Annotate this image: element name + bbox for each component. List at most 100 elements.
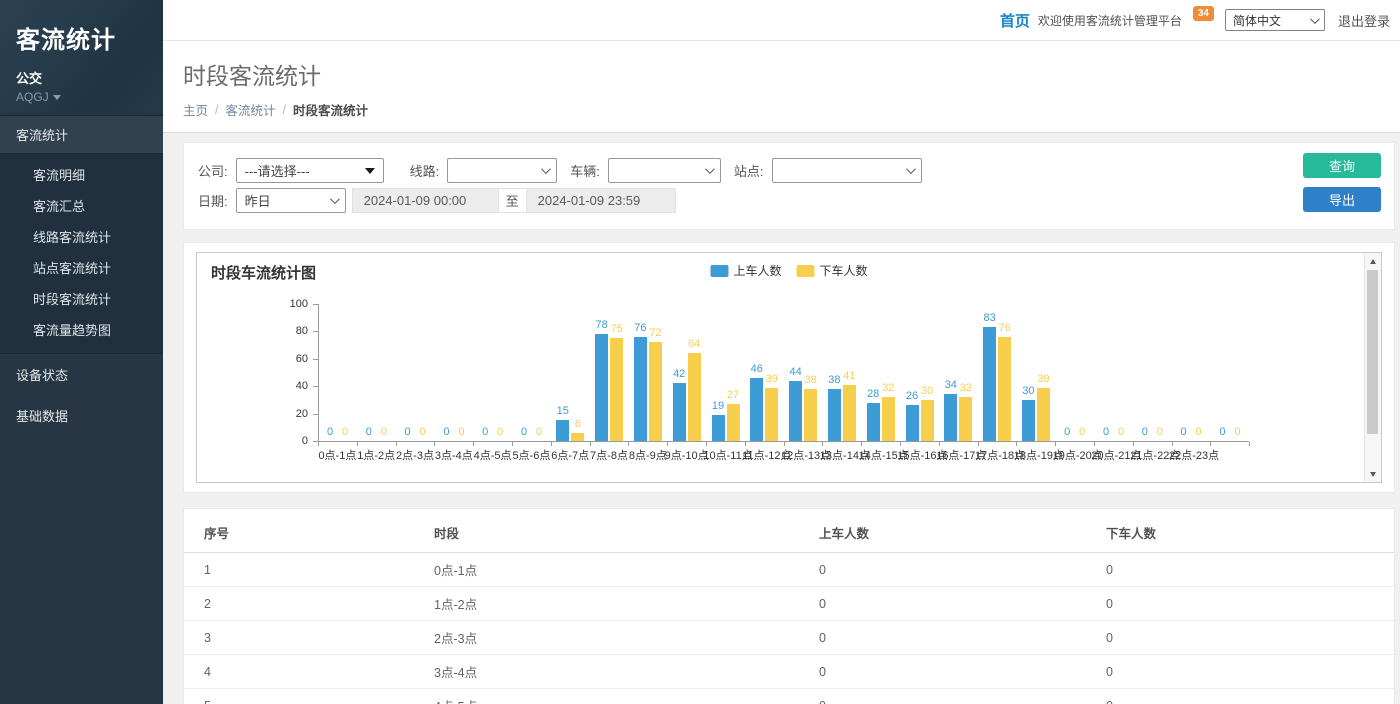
table-header-row: 序号 时段 上车人数 下车人数 <box>184 513 1394 553</box>
x-axis-label: 2点-3点 <box>393 447 437 463</box>
x-axis-tick <box>1249 442 1250 446</box>
sidebar-item-line-stats[interactable]: 线路客流统计 <box>0 221 163 252</box>
legend-item-alighting[interactable]: 下车人数 <box>797 262 868 279</box>
y-axis-label: 20 <box>278 408 308 420</box>
vehicle-label: 车辆: <box>570 161 600 180</box>
language-select-value: 简体中文 <box>1233 12 1281 29</box>
sidebar-item-trend-chart[interactable]: 客流量趋势图 <box>0 314 163 345</box>
breadcrumb-passenger-stats[interactable]: 客流统计 <box>226 100 276 119</box>
x-axis-label: 4点-5点 <box>471 447 515 463</box>
x-axis-tick <box>900 442 901 446</box>
bar-value-alighting: 64 <box>680 338 708 350</box>
home-link[interactable]: 首页 <box>1000 10 1030 31</box>
period-stats-table: 序号 时段 上车人数 下车人数 10点-1点0021点-2点0032点-3点00… <box>184 513 1394 704</box>
x-axis-label: 18点-19点 <box>1014 447 1058 463</box>
bar-value-boarding: 42 <box>665 368 693 380</box>
legend-swatch-boarding <box>710 265 728 277</box>
date-from-input[interactable]: 2024-01-09 00:00 <box>352 188 499 213</box>
search-button[interactable]: 查询 <box>1303 153 1381 178</box>
sidebar-item-passenger-stats[interactable]: 客流统计 <box>0 115 163 154</box>
y-axis-tick <box>313 359 318 360</box>
x-axis-tick <box>745 442 746 446</box>
chevron-down-icon <box>330 194 340 204</box>
bar-value-alighting: 41 <box>835 370 863 382</box>
x-axis-tick <box>512 442 513 446</box>
sidebar-item-period-stats[interactable]: 时段客流统计 <box>0 283 163 314</box>
sidebar: 客流统计 公交 AQGJ 客流统计 客流明细 客流汇总 线路客流统计 站点客流统… <box>0 0 163 704</box>
sidebar-item-base-data[interactable]: 基础数据 <box>0 395 163 436</box>
vehicle-select[interactable] <box>608 158 721 183</box>
breadcrumb-current: 时段客流统计 <box>293 100 368 119</box>
bar-boarding <box>789 381 802 441</box>
legend-item-boarding[interactable]: 上车人数 <box>710 262 781 279</box>
cell-index: 2 <box>184 587 414 621</box>
sidebar-item-device-status[interactable]: 设备状态 <box>0 354 163 395</box>
filter-row-1: 公司: ---请选择--- 线路: 车辆: 站点: <box>198 158 1380 183</box>
org-code-dropdown[interactable]: AQGJ <box>16 90 147 104</box>
station-select[interactable] <box>772 158 922 183</box>
welcome-text: 欢迎使用客流统计管理平台 <box>1038 12 1182 29</box>
x-axis-tick <box>861 442 862 446</box>
scrollbar-thumb[interactable] <box>1367 270 1378 434</box>
bar-boarding <box>750 378 763 441</box>
cell-index: 3 <box>184 621 414 655</box>
page-head: 时段客流统计 主页 / 客流统计 / 时段客流统计 <box>163 41 1400 133</box>
breadcrumb-home[interactable]: 主页 <box>183 100 208 119</box>
date-to-input[interactable]: 2024-01-09 23:59 <box>526 188 676 213</box>
scrollbar-up-arrow[interactable] <box>1365 253 1381 269</box>
x-axis-label: 3点-4点 <box>432 447 476 463</box>
cell-alighting: 0 <box>1086 553 1394 587</box>
export-button[interactable]: 导出 <box>1303 187 1381 212</box>
col-header-period: 时段 <box>414 513 799 553</box>
bar-boarding <box>828 389 841 441</box>
bar-boarding <box>673 383 686 441</box>
bar-alighting <box>571 433 584 441</box>
cell-alighting: 0 <box>1086 689 1394 704</box>
cell-boarding: 0 <box>799 621 1086 655</box>
line-select[interactable] <box>447 158 557 183</box>
line-label: 线路: <box>410 161 440 180</box>
bar-alighting <box>649 342 662 441</box>
sidebar-submenu: 客流明细 客流汇总 线路客流统计 站点客流统计 时段客流统计 客流量趋势图 <box>0 154 163 354</box>
col-header-boarding: 上车人数 <box>799 513 1086 553</box>
sidebar-item-station-stats[interactable]: 站点客流统计 <box>0 252 163 283</box>
scrollbar-down-arrow[interactable] <box>1365 466 1381 482</box>
main-area: 首页 欢迎使用客流统计管理平台 34 简体中文 退出登录 时段客流统计 主页 /… <box>163 0 1400 704</box>
x-axis-label: 5点-6点 <box>509 447 553 463</box>
bar-value-boarding: 15 <box>549 405 577 417</box>
chevron-down-icon <box>541 164 551 174</box>
bar-value-alighting: 76 <box>991 322 1019 334</box>
x-axis-tick <box>434 442 435 446</box>
x-axis-tick <box>628 442 629 446</box>
table-row: 43点-4点00 <box>184 655 1394 689</box>
x-axis-tick <box>473 442 474 446</box>
legend-swatch-alighting <box>797 265 815 277</box>
x-axis-tick <box>822 442 823 446</box>
chart-scrollbar[interactable] <box>1364 253 1381 482</box>
x-axis-tick <box>590 442 591 446</box>
x-axis-tick <box>1055 442 1056 446</box>
x-axis-label: 21点-22点 <box>1130 447 1174 463</box>
table-row: 32点-3点00 <box>184 621 1394 655</box>
sidebar-item-passenger-detail[interactable]: 客流明细 <box>0 159 163 190</box>
content: 公司: ---请选择--- 线路: 车辆: 站点: <box>163 133 1400 704</box>
company-select[interactable]: ---请选择--- <box>236 158 384 183</box>
x-axis-tick <box>978 442 979 446</box>
x-axis-tick <box>706 442 707 446</box>
sidebar-item-passenger-summary[interactable]: 客流汇总 <box>0 190 163 221</box>
x-axis-label: 13点-14点 <box>820 447 864 463</box>
x-axis-label: 16点-17点 <box>936 447 980 463</box>
triangle-down-icon <box>1370 472 1376 477</box>
topbar: 首页 欢迎使用客流统计管理平台 34 简体中文 退出登录 <box>163 0 1400 41</box>
caret-down-icon <box>53 95 61 100</box>
bar-alighting <box>688 353 701 441</box>
language-select[interactable]: 简体中文 <box>1225 9 1325 31</box>
logout-link[interactable]: 退出登录 <box>1338 11 1390 30</box>
y-axis-label: 0 <box>278 435 308 447</box>
x-axis-tick <box>784 442 785 446</box>
bar-boarding <box>906 405 919 441</box>
date-preset-select[interactable]: 昨日 <box>236 188 346 213</box>
sidebar-logo-area: 客流统计 公交 AQGJ <box>0 0 163 113</box>
bar-value-boarding: 19 <box>704 400 732 412</box>
x-axis-label: 6点-7点 <box>548 447 592 463</box>
